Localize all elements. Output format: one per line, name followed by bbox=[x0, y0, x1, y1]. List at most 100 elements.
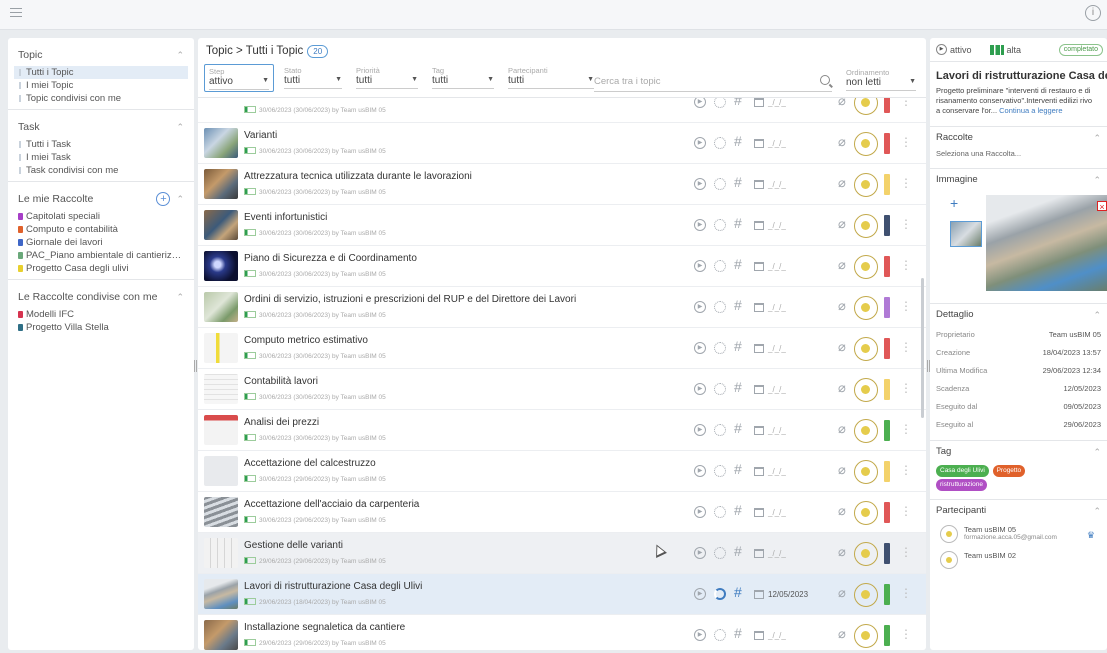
add-image-icon[interactable]: + bbox=[950, 195, 958, 211]
priority-icon[interactable] bbox=[854, 583, 878, 607]
table-row[interactable]: Ordini di servizio, istruzioni e prescri… bbox=[198, 287, 926, 328]
attachment-icon[interactable]: ⌀ bbox=[838, 258, 846, 271]
tag-chip[interactable]: Casa degli Ulivi bbox=[936, 465, 989, 477]
filter-priorita[interactable]: Priorità tutti ▼ bbox=[352, 64, 422, 92]
hash-icon[interactable]: # bbox=[734, 298, 742, 312]
attachment-icon[interactable]: ⌀ bbox=[838, 176, 846, 189]
tag-chip[interactable]: ristrutturazione bbox=[936, 479, 987, 491]
play-icon[interactable]: ▶ bbox=[694, 260, 706, 272]
more-options-icon[interactable]: ⋮ bbox=[900, 381, 912, 395]
play-icon[interactable]: ▶ bbox=[694, 383, 706, 395]
play-icon[interactable]: ▶ bbox=[694, 137, 706, 149]
calendar-icon[interactable] bbox=[754, 98, 764, 107]
play-icon[interactable]: ▶ bbox=[936, 44, 947, 55]
sidebar-item-tutti-task[interactable]: Tutti i Task bbox=[18, 138, 184, 151]
more-options-icon[interactable]: ⋮ bbox=[900, 135, 912, 149]
resize-handle[interactable] bbox=[194, 360, 197, 372]
progress-icon[interactable] bbox=[714, 219, 726, 231]
info-icon[interactable]: i bbox=[1085, 5, 1101, 21]
collection-item[interactable]: Capitolati speciali bbox=[18, 210, 184, 223]
more-options-icon[interactable]: ⋮ bbox=[900, 422, 912, 436]
attachment-icon[interactable]: ⌀ bbox=[838, 340, 846, 353]
sidebar-item-topic-condivisi[interactable]: Topic condivisi con me bbox=[18, 92, 184, 105]
priority-icon[interactable] bbox=[854, 132, 878, 156]
calendar-icon[interactable] bbox=[754, 262, 764, 271]
priority-icon[interactable] bbox=[854, 378, 878, 402]
sidebar-item-miei-topic[interactable]: I miei Topic bbox=[18, 79, 184, 92]
play-icon[interactable]: ▶ bbox=[694, 301, 706, 313]
chevron-up-icon[interactable]: ⌃ bbox=[1093, 169, 1101, 191]
calendar-icon[interactable] bbox=[754, 426, 764, 435]
play-icon[interactable]: ▶ bbox=[694, 219, 706, 231]
participant-item[interactable]: Team usBIM 05 formazione.acca.05@gmail.c… bbox=[936, 522, 1101, 548]
priority-icon[interactable] bbox=[854, 98, 878, 115]
progress-icon[interactable] bbox=[714, 506, 726, 518]
add-collection-button[interactable]: + bbox=[156, 192, 171, 206]
close-icon[interactable]: × bbox=[1097, 201, 1107, 212]
attachment-icon[interactable]: ⌀ bbox=[838, 627, 846, 640]
read-more-link[interactable]: Continua a leggere bbox=[999, 106, 1062, 115]
calendar-icon[interactable] bbox=[754, 631, 764, 640]
chevron-up-icon[interactable]: ⌃ bbox=[1093, 500, 1101, 522]
priority-icon[interactable] bbox=[854, 173, 878, 197]
progress-icon[interactable] bbox=[714, 342, 726, 354]
collection-item[interactable]: PAC_Piano ambientale di cantierizzazio..… bbox=[18, 249, 184, 262]
progress-icon[interactable] bbox=[714, 98, 726, 108]
collection-select[interactable]: Seleziona una Raccolta... bbox=[936, 149, 1101, 168]
table-row[interactable]: Contabilità lavori 30/06/2023 (30/06/202… bbox=[198, 369, 926, 410]
more-options-icon[interactable]: ⋮ bbox=[900, 299, 912, 313]
table-row[interactable]: Eventi infortunistici 30/06/2023 (30/06/… bbox=[198, 205, 926, 246]
chevron-up-icon[interactable]: ⌃ bbox=[1093, 127, 1101, 149]
hash-icon[interactable]: # bbox=[734, 462, 742, 476]
attachment-icon[interactable]: ⌀ bbox=[838, 217, 846, 230]
priority-icon[interactable] bbox=[854, 337, 878, 361]
priority-icon[interactable] bbox=[854, 501, 878, 525]
attachment-icon[interactable]: ⌀ bbox=[838, 504, 846, 517]
scrollbar[interactable] bbox=[921, 278, 924, 418]
more-options-icon[interactable]: ⋮ bbox=[900, 504, 912, 518]
more-options-icon[interactable]: ⋮ bbox=[900, 545, 912, 559]
more-options-icon[interactable]: ⋮ bbox=[900, 586, 912, 600]
calendar-icon[interactable] bbox=[754, 139, 764, 148]
chevron-up-icon[interactable]: ⌃ bbox=[1093, 441, 1101, 463]
image-thumbnail[interactable] bbox=[950, 221, 982, 247]
table-row[interactable]: 30/06/2023 (30/06/2023) by Team usBIM 05… bbox=[198, 98, 926, 123]
hash-icon[interactable]: # bbox=[734, 339, 742, 353]
priority-icon[interactable] bbox=[854, 460, 878, 484]
play-icon[interactable]: ▶ bbox=[694, 342, 706, 354]
play-icon[interactable]: ▶ bbox=[694, 424, 706, 436]
table-row[interactable]: Varianti 30/06/2023 (30/06/2023) by Team… bbox=[198, 123, 926, 164]
calendar-icon[interactable] bbox=[754, 221, 764, 230]
table-row[interactable]: Attrezzatura tecnica utilizzata durante … bbox=[198, 164, 926, 205]
collection-item[interactable]: Giornale dei lavori bbox=[18, 236, 184, 249]
play-icon[interactable]: ▶ bbox=[694, 629, 706, 641]
attachment-icon[interactable]: ⌀ bbox=[838, 135, 846, 148]
calendar-icon[interactable] bbox=[754, 508, 764, 517]
hash-icon[interactable]: # bbox=[734, 98, 742, 107]
table-row[interactable]: Gestione delle varianti 29/06/2023 (29/0… bbox=[198, 533, 926, 574]
calendar-icon[interactable] bbox=[754, 385, 764, 394]
filter-tag[interactable]: Tag tutti ▼ bbox=[428, 64, 498, 92]
attachment-icon[interactable]: ⌀ bbox=[838, 98, 846, 107]
attachment-icon[interactable]: ⌀ bbox=[838, 586, 846, 599]
hash-icon[interactable]: # bbox=[734, 585, 742, 599]
attachment-icon[interactable]: ⌀ bbox=[838, 463, 846, 476]
play-icon[interactable]: ▶ bbox=[694, 506, 706, 518]
priority-icon[interactable] bbox=[854, 214, 878, 238]
table-row[interactable]: Computo metrico estimativo 30/06/2023 (3… bbox=[198, 328, 926, 369]
status-badge[interactable]: completato bbox=[1058, 44, 1103, 56]
filter-step[interactable]: Step attivo ▼ bbox=[204, 64, 274, 92]
participant-item[interactable]: Team usBIM 02 bbox=[936, 548, 1101, 574]
more-options-icon[interactable]: ⋮ bbox=[900, 463, 912, 477]
collection-item[interactable]: Modelli IFC bbox=[18, 308, 184, 321]
attachment-icon[interactable]: ⌀ bbox=[838, 422, 846, 435]
priority-icon[interactable] bbox=[854, 419, 878, 443]
table-row[interactable]: Accettazione dell'acciaio da carpenteria… bbox=[198, 492, 926, 533]
hash-icon[interactable]: # bbox=[734, 380, 742, 394]
progress-icon[interactable] bbox=[714, 629, 726, 641]
collection-item[interactable]: Progetto Casa degli ulivi bbox=[18, 262, 184, 275]
chevron-up-icon[interactable]: ⌃ bbox=[176, 122, 184, 133]
hash-icon[interactable]: # bbox=[734, 134, 742, 148]
search-input[interactable]: Cerca tra i topic bbox=[594, 72, 832, 92]
sidebar-item-tutti-topic[interactable]: Tutti i Topic bbox=[14, 66, 188, 79]
